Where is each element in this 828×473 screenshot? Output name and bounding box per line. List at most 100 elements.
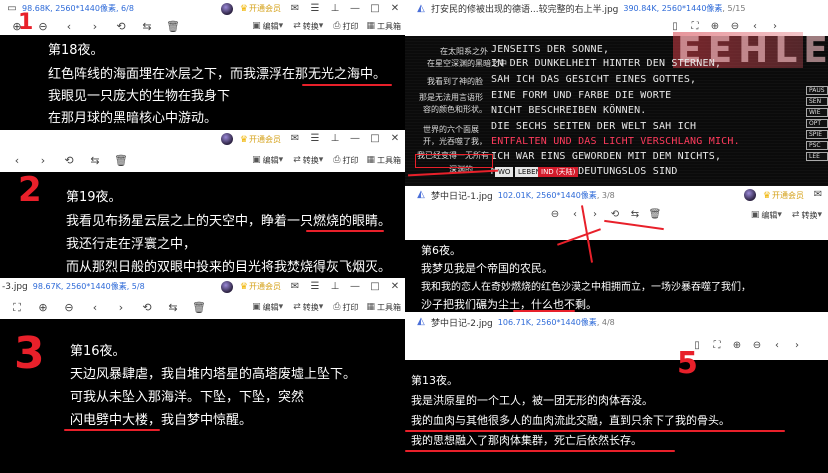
delete-icon[interactable]: 🗑 (114, 153, 128, 167)
game-menu-item[interactable]: SPIE (806, 130, 828, 139)
edit-button[interactable]: ▣ 编辑 ▾ (751, 210, 784, 221)
chevron-down-icon: ▾ (318, 302, 324, 312)
game-menu-item[interactable]: PSC (806, 141, 828, 150)
game-menu-item[interactable]: OPT (806, 119, 828, 128)
pin-icon[interactable]: ⊥ (328, 2, 342, 16)
game-menu-item[interactable]: LEE (806, 152, 828, 161)
app-logo-icon: ◭ (417, 2, 425, 14)
image-canvas: 第16夜。 天边风暴肆虐，我自堆内塔星的高塔废墟上坠下。 可我从未坠入那海洋。下… (0, 319, 405, 473)
flip-icon[interactable]: ⇆ (88, 153, 102, 167)
pin-icon[interactable]: ⊥ (328, 280, 342, 294)
avatar[interactable] (743, 189, 756, 201)
toolbox-icon: ▦ (366, 21, 375, 31)
message-icon[interactable]: ✉ (288, 2, 302, 16)
close-icon[interactable]: ✕ (388, 132, 402, 146)
convert-button[interactable]: ⇄ 转换 ▾ (792, 210, 824, 221)
rotate-icon[interactable]: ⟲ (62, 153, 76, 167)
viewer-window-night-19: ♛开通会员 ✉ ☰ ⊥ — □ ✕ ‹ › ⟲ ⇆ 🗑 ▣ 编辑 ▾ ⇄ 转换 ▾ ⎙ 打… (0, 130, 405, 278)
text-line: 我是洪原星的一个工人，被一团无形的肉体吞没。 (411, 394, 653, 407)
close-icon[interactable]: ✕ (388, 280, 402, 294)
next-icon[interactable]: › (36, 153, 50, 167)
text-line: 在那月球的黑暗核心中游动。 (48, 111, 218, 126)
file-size: 390.84K, 2560*1440像素 (623, 4, 723, 13)
vip-button[interactable]: ♛开通会员 (763, 190, 804, 201)
prev-icon[interactable]: ‹ (10, 153, 24, 167)
convert-button[interactable]: ⇄ 转换 ▾ (293, 155, 325, 166)
text-line: 第18夜。 (48, 43, 104, 58)
file-size: 106.71K, 2560*1440像素 (497, 317, 597, 327)
convert-button[interactable]: ⇄ 转换 ▾ (293, 302, 325, 313)
menu-icon[interactable]: ☰ (308, 132, 322, 146)
minimize-icon[interactable]: — (348, 132, 362, 146)
zoom-in-icon[interactable]: ⊕ (36, 300, 50, 314)
flip-icon[interactable]: ⇆ (140, 19, 154, 33)
zoom-out-icon[interactable]: ⊖ (62, 300, 76, 314)
avatar[interactable] (220, 2, 233, 15)
message-icon[interactable]: ✉ (288, 280, 302, 294)
translation-line: 在太阳系之外 (440, 47, 488, 56)
toolbox-button[interactable]: ▦ 工具箱 (366, 155, 401, 166)
minimize-icon[interactable]: — (348, 2, 362, 16)
edit-button[interactable]: ▣ 编辑 ▾ (252, 155, 285, 166)
delete-icon[interactable]: 🗑 (166, 19, 180, 33)
vip-button[interactable]: ♛开通会员 (240, 134, 281, 145)
german-line: SAH ICH DAS GESICHT EINES GOTTES, (491, 74, 697, 85)
print-button[interactable]: ⎙ 打印 (333, 21, 358, 32)
fit-icon[interactable]: ⛶ (10, 300, 24, 314)
next-icon[interactable]: › (790, 339, 804, 353)
prev-icon[interactable]: ‹ (770, 339, 784, 353)
print-label: 打印 (342, 155, 359, 165)
delete-icon[interactable]: 🗑 (192, 300, 206, 314)
delete-icon[interactable]: 🗑 (648, 208, 662, 222)
prev-icon[interactable]: ‹ (88, 300, 102, 314)
message-icon[interactable]: ✉ (288, 132, 302, 146)
vip-button[interactable]: ♛开通会员 (240, 3, 281, 14)
game-button-ind[interactable]: IND (天陆) (538, 167, 579, 177)
german-line: IN DER DUNKELHEIT HINTER DEN STERNEN, (491, 58, 722, 69)
next-icon[interactable]: › (114, 300, 128, 314)
close-icon[interactable]: ✕ (388, 2, 402, 16)
zoom-out-icon[interactable]: ⊖ (548, 208, 562, 222)
minimize-icon[interactable]: — (348, 280, 362, 294)
translation-line: 世界的六个面展 (423, 125, 479, 134)
toolbox-button[interactable]: ▦ 工具箱 (366, 302, 401, 313)
game-button-wo[interactable]: WO (495, 167, 514, 177)
convert-button[interactable]: ⇄ 转换 ▾ (293, 21, 325, 32)
vip-button[interactable]: ♛开通会员 (240, 281, 281, 292)
message-icon[interactable]: ✉ (811, 188, 825, 202)
avatar[interactable] (220, 280, 233, 293)
flip-icon[interactable]: ⇆ (628, 208, 642, 222)
pin-icon[interactable]: ⊥ (328, 132, 342, 146)
prev-icon[interactable]: ‹ (62, 19, 76, 33)
viewer-toolbar: ◭ 梦中日记-2.jpg 106.71K, 2560*1440像素, 4/8 (405, 312, 828, 332)
maximize-icon[interactable]: □ (368, 280, 382, 294)
print-button[interactable]: ⎙ 打印 (333, 155, 358, 166)
rotate-icon[interactable]: ⟲ (140, 300, 154, 314)
print-button[interactable]: ⎙ 打印 (333, 302, 358, 313)
edit-button[interactable]: ▣ 编辑 ▾ (252, 302, 285, 313)
flip-icon[interactable]: ⇆ (166, 300, 180, 314)
menu-icon[interactable]: ☰ (308, 280, 322, 294)
menu-icon[interactable]: ☰ (308, 2, 322, 16)
maximize-icon[interactable]: □ (368, 2, 382, 16)
edit-button[interactable]: ▣ 编辑 ▾ (252, 21, 285, 32)
toolbox-button[interactable]: ▦ 工具箱 (366, 21, 401, 32)
next-icon[interactable]: › (88, 19, 102, 33)
zoom-out-icon[interactable]: ⊖ (750, 339, 764, 353)
text-line: 天边风暴肆虐，我自堆内塔星的高塔废墟上坠下。 (70, 367, 357, 382)
rotate-icon[interactable]: ⟲ (114, 19, 128, 33)
zoom-in-icon[interactable]: ⊕ (730, 339, 744, 353)
zoom-out-icon[interactable]: ⊖ (36, 19, 50, 33)
game-menu-item[interactable]: SEN (806, 97, 828, 106)
avatar[interactable] (220, 133, 233, 145)
text-line: 我的血肉与其他很多人的血肉流此交融，直到只余下了我的骨头。 (411, 414, 730, 427)
next-icon[interactable]: › (588, 208, 602, 222)
german-line: DIE SECHS SEITEN DER WELT SAH ICH (491, 121, 697, 132)
viewer-window-night-18: ▭ 98.68K, 2560*1440像素, 6/8 ♛开通会员 ✉ ☰ ⊥ —… (0, 0, 405, 130)
game-menu-item[interactable]: PAUS (806, 86, 828, 95)
prev-icon[interactable]: ‹ (568, 208, 582, 222)
toolbox-label: 工具箱 (377, 302, 401, 312)
fit-icon[interactable]: ⛶ (710, 339, 724, 353)
maximize-icon[interactable]: □ (368, 132, 382, 146)
game-menu-item[interactable]: WIE (806, 108, 828, 117)
